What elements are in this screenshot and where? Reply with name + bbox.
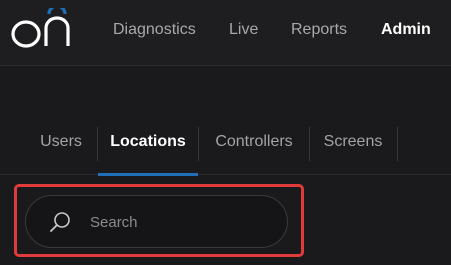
- nav-item-admin[interactable]: Admin: [381, 20, 431, 40]
- tab-screens[interactable]: Screens: [310, 127, 396, 175]
- search-input[interactable]: [90, 210, 270, 234]
- nav-item-live[interactable]: Live: [229, 20, 258, 40]
- active-tab-indicator: [98, 173, 198, 176]
- tab-screens-label: Screens: [323, 133, 383, 150]
- tab-locations[interactable]: Locations: [98, 127, 198, 176]
- on-logo[interactable]: [10, 8, 72, 50]
- tab-locations-label: Locations: [110, 133, 186, 150]
- tab-controllers[interactable]: Controllers: [199, 127, 309, 175]
- search-box[interactable]: [25, 195, 288, 248]
- tab-controllers-label: Controllers: [215, 133, 293, 150]
- nav-item-reports[interactable]: Reports: [291, 20, 347, 40]
- tab-users-label: Users: [40, 133, 82, 150]
- admin-tabs: Users Locations Controllers Screens: [0, 127, 451, 176]
- nav-item-diagnostics[interactable]: Diagnostics: [113, 20, 196, 40]
- tab-divider: [397, 127, 398, 161]
- search-icon: [50, 212, 70, 232]
- top-navigation-bar: Diagnostics Live Reports Admin: [0, 0, 451, 66]
- tab-users[interactable]: Users: [34, 127, 88, 175]
